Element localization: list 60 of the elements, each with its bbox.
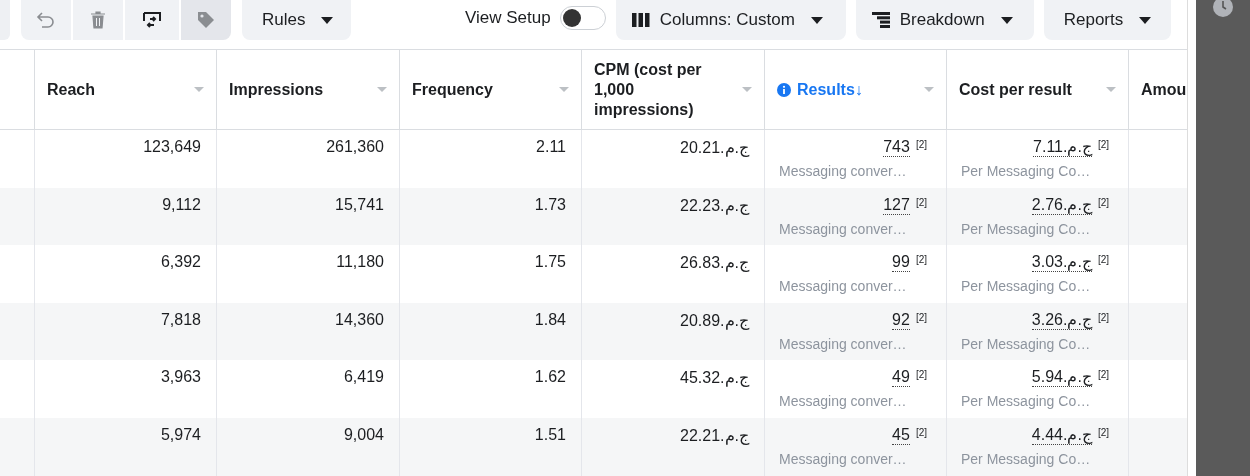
table-cell: 9,112	[34, 187, 216, 246]
table-cell: ج.م.22.21	[581, 417, 764, 476]
table-cell: 123,649	[34, 130, 216, 188]
table-cell: 1.73	[399, 187, 581, 246]
table-cell: 1.51	[399, 417, 581, 476]
caret-icon	[559, 87, 569, 92]
trash-icon	[90, 11, 106, 29]
column-header[interactable]: Impressions	[216, 50, 399, 130]
columns-icon	[631, 12, 650, 28]
column-header[interactable]: Cost per result	[946, 50, 1128, 130]
table-cell: 1.84	[399, 302, 581, 361]
caret-icon	[742, 87, 752, 92]
swap-button[interactable]	[125, 0, 179, 40]
table-cell: 5,974	[34, 417, 216, 476]
caret-icon	[1000, 16, 1013, 24]
table-cell: 15,741	[216, 187, 399, 246]
swap-arrows-icon	[142, 11, 162, 29]
undo-icon	[36, 11, 56, 29]
info-icon	[777, 82, 791, 97]
caret-icon	[321, 16, 334, 24]
column-header[interactable]: Reach	[34, 50, 216, 130]
table-cell: 14,360	[216, 302, 399, 361]
caret-icon	[377, 87, 387, 92]
table-cell: ج.م.22.23	[581, 187, 764, 246]
columns-dropdown[interactable]: Columns: Custom	[615, 0, 846, 40]
breakdown-dropdown[interactable]: Breakdown	[855, 0, 1034, 40]
column-header[interactable]: Frequency	[399, 50, 581, 130]
tag-icon	[196, 10, 216, 30]
table-cell: 261,360	[216, 130, 399, 188]
results-cell: 743 $^{[2]}$ Messaging conver…	[764, 130, 946, 188]
caret-icon	[1139, 16, 1152, 24]
table-cell: 1.62	[399, 360, 581, 418]
table-cell: 7,818	[34, 302, 216, 361]
results-cell: 127 $^{[2]}$ Messaging conver…	[764, 187, 946, 246]
table-cell: 11,180	[216, 245, 399, 303]
reports-dropdown[interactable]: Reports	[1043, 0, 1171, 40]
view-setup-toggle[interactable]	[559, 6, 606, 30]
column-header[interactable]: Results↓	[764, 50, 946, 130]
breakdown-icon	[871, 12, 890, 28]
column-header[interactable]: CPM (cost per 1,000 impressions)	[581, 50, 764, 130]
table-cell: ج.م.26.83	[581, 245, 764, 303]
table-cell: ج.م.20.21	[581, 130, 764, 188]
results-cell: 49 $^{[2]}$ Messaging conver…	[764, 360, 946, 418]
table-cell: ج.م.45.32	[581, 360, 764, 418]
caret-icon	[924, 87, 934, 92]
results-cell: 99 $^{[2]}$ Messaging conver…	[764, 245, 946, 303]
view-setup-label: View Setup	[465, 7, 551, 29]
caret-icon	[1106, 87, 1116, 92]
table-cell: 1.75	[399, 245, 581, 303]
results-cell: 45 $^{[2]}$ Messaging conver…	[764, 417, 946, 476]
results-cell: 92 $^{[2]}$ Messaging conver…	[764, 302, 946, 361]
table-cell: 6,419	[216, 360, 399, 418]
caret-icon	[194, 87, 204, 92]
table-cell: 2.11	[399, 130, 581, 188]
table-cell: 3,963	[34, 360, 216, 418]
table-cell: ج.م.20.89	[581, 302, 764, 361]
table-cell: 6,392	[34, 245, 216, 303]
caret-icon	[810, 16, 823, 24]
table-cell: 9,004	[216, 417, 399, 476]
rules-dropdown[interactable]: Rules	[242, 0, 351, 40]
